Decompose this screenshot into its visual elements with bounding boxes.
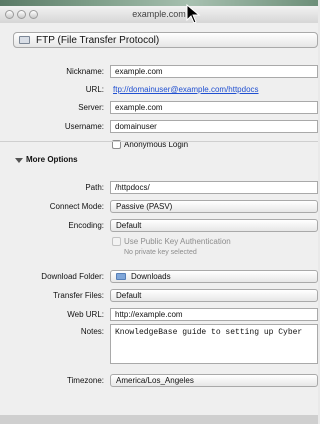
disclosure-triangle-icon[interactable] bbox=[15, 158, 23, 163]
public-key-auth-checkbox[interactable] bbox=[112, 237, 121, 246]
folder-icon bbox=[116, 273, 126, 280]
server-field[interactable]: example.com bbox=[110, 101, 318, 114]
download-folder-value: Downloads bbox=[131, 272, 171, 281]
path-field[interactable]: /httpdocs/ bbox=[110, 181, 318, 194]
public-key-auth-label: Use Public Key Authentication bbox=[124, 237, 231, 246]
connect-mode-label: Connect Mode: bbox=[49, 202, 104, 211]
web-url-field[interactable]: http://example.com bbox=[110, 308, 318, 321]
nickname-field[interactable]: example.com bbox=[110, 65, 318, 78]
timezone-popup[interactable]: America/Los_Angeles bbox=[110, 374, 318, 387]
url-label: URL: bbox=[85, 85, 104, 94]
protocol-label: FTP (File Transfer Protocol) bbox=[36, 35, 160, 46]
url-link[interactable]: ftp://domainuser@example.com/httpdocs bbox=[113, 85, 259, 94]
web-url-label: Web URL: bbox=[67, 310, 104, 319]
transfer-files-popup[interactable]: Default bbox=[110, 289, 318, 302]
more-options-heading[interactable]: More Options bbox=[26, 155, 78, 164]
timezone-label: Timezone: bbox=[66, 376, 104, 385]
encoding-label: Encoding: bbox=[68, 221, 104, 230]
path-label: Path: bbox=[85, 183, 104, 192]
nickname-label: Nickname: bbox=[66, 67, 104, 76]
ftp-icon bbox=[19, 36, 30, 44]
notes-textarea[interactable]: KnowledgeBase guide to setting up Cyber bbox=[110, 324, 318, 364]
notes-label: Notes: bbox=[80, 327, 104, 336]
encoding-popup[interactable]: Default bbox=[110, 219, 318, 232]
download-folder-popup[interactable]: Downloads bbox=[110, 270, 318, 283]
window-bottom-edge bbox=[0, 415, 318, 424]
username-label: Username: bbox=[64, 122, 104, 131]
server-label: Server: bbox=[78, 103, 104, 112]
transfer-files-label: Transfer Files: bbox=[53, 291, 104, 300]
divider bbox=[0, 141, 318, 142]
protocol-popup[interactable]: FTP (File Transfer Protocol) bbox=[13, 32, 318, 48]
bookmark-settings-panel: FTP (File Transfer Protocol) Nickname: e… bbox=[0, 23, 318, 415]
window-title: example.com bbox=[132, 9, 186, 19]
download-folder-label: Download Folder: bbox=[41, 272, 104, 281]
connect-mode-popup[interactable]: Passive (PASV) bbox=[110, 200, 318, 213]
public-key-note: No private key selected bbox=[124, 249, 197, 256]
mouse-cursor-icon bbox=[186, 4, 201, 24]
username-field[interactable]: domainuser bbox=[110, 120, 318, 133]
